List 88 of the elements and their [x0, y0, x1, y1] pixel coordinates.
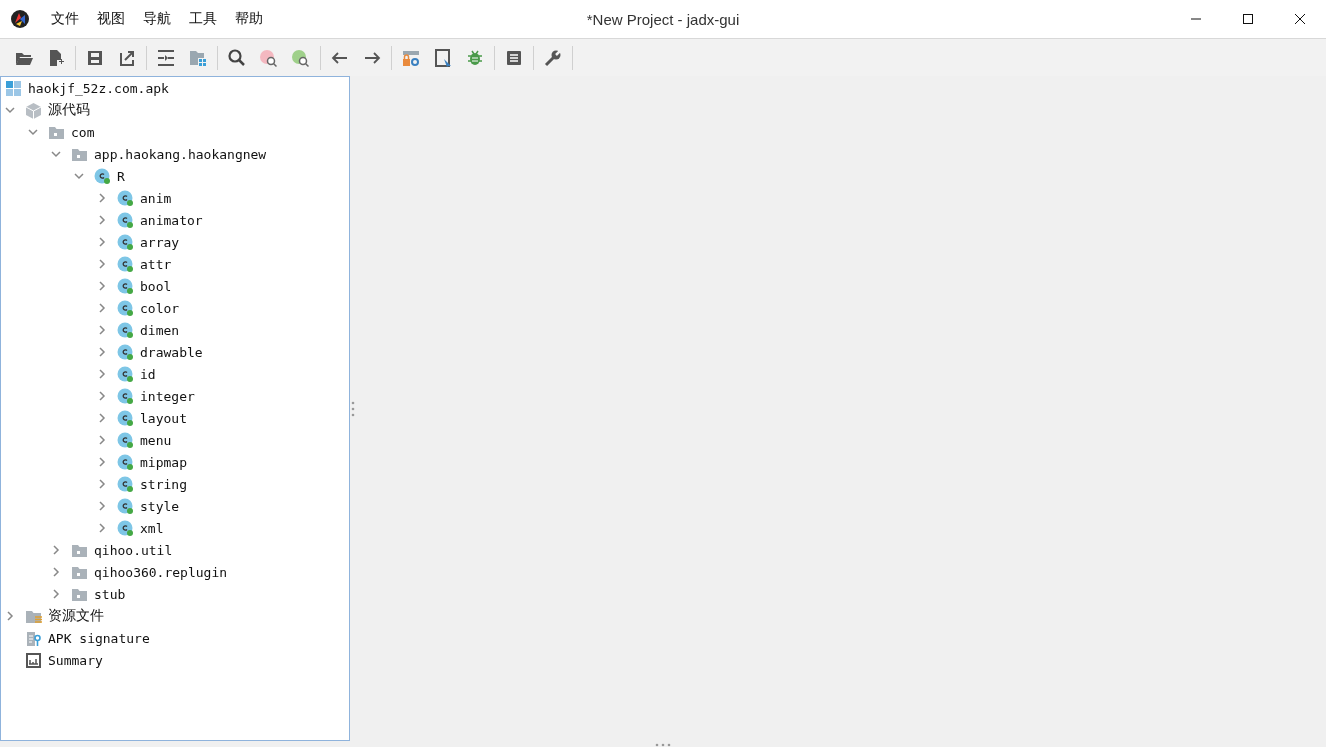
class-icon: [117, 475, 134, 493]
tree-item[interactable]: integer: [140, 388, 195, 404]
chart-frame-icon: [25, 651, 42, 669]
class-icon: [117, 431, 134, 449]
chevron-right-icon[interactable]: [97, 347, 107, 357]
class-icon: [117, 233, 134, 251]
tree-item[interactable]: 资源文件: [48, 607, 104, 625]
chevron-right-icon[interactable]: [97, 193, 107, 203]
menu-item[interactable]: 导航: [134, 10, 180, 28]
expand-lines-icon[interactable]: [156, 47, 176, 68]
tree-item[interactable]: color: [140, 300, 180, 316]
chevron-right-icon[interactable]: [97, 215, 107, 225]
chevron-right-icon[interactable]: [97, 369, 107, 379]
tree-item[interactable]: app.haokang.haokangnew: [94, 146, 267, 162]
class-icon: [117, 343, 134, 361]
class-icon: [117, 365, 134, 383]
chevron-right-icon[interactable]: [97, 325, 107, 335]
class-icon: [117, 409, 134, 427]
class-icon: [117, 277, 134, 295]
class-icon: [117, 321, 134, 339]
document-key-icon: [25, 629, 42, 647]
class-icon: [117, 519, 134, 537]
tree-item[interactable]: menu: [140, 432, 172, 448]
chevron-right-icon[interactable]: [97, 303, 107, 313]
tree-item[interactable]: qihoo360.replugin: [94, 564, 228, 580]
chevron-right-icon[interactable]: [51, 589, 61, 599]
tree-item[interactable]: dimen: [140, 322, 180, 338]
tree-item[interactable]: layout: [140, 410, 187, 426]
tree-item[interactable]: APK signature: [48, 630, 150, 646]
chevron-right-icon[interactable]: [51, 545, 61, 555]
tree-item[interactable]: stub: [94, 586, 126, 602]
menu-item[interactable]: 工具: [180, 10, 226, 28]
menu-item[interactable]: 视图: [88, 10, 134, 28]
tree-item[interactable]: 源代码: [48, 101, 90, 119]
splitter-handle[interactable]: [654, 743, 672, 747]
chevron-right-icon[interactable]: [97, 501, 107, 511]
chevron-right-icon[interactable]: [97, 413, 107, 423]
tree-item[interactable]: Summary: [48, 652, 103, 668]
chevron-right-icon[interactable]: [97, 259, 107, 269]
maximize-icon[interactable]: [1242, 13, 1254, 25]
tree-item[interactable]: R: [117, 168, 125, 184]
chevron-right-icon[interactable]: [97, 479, 107, 489]
tree-item[interactable]: xml: [140, 520, 164, 536]
tree-item[interactable]: mipmap: [140, 454, 187, 470]
search-class-icon[interactable]: [259, 47, 279, 68]
class-icon: [117, 211, 134, 229]
chevron-right-icon[interactable]: [97, 523, 107, 533]
tree-item[interactable]: drawable: [140, 344, 203, 360]
class-icon: [94, 167, 111, 185]
apk-grid-icon: [5, 79, 22, 97]
menu-item[interactable]: 文件: [42, 10, 88, 28]
search-method-icon[interactable]: [291, 47, 311, 68]
app-logo-icon: [10, 9, 30, 29]
class-icon: [117, 387, 134, 405]
class-icon: [117, 255, 134, 273]
chevron-right-icon[interactable]: [51, 567, 61, 577]
class-icon: [117, 497, 134, 515]
menu-item[interactable]: 帮助: [226, 10, 272, 28]
tree-item[interactable]: attr: [140, 256, 172, 272]
chevron-right-icon[interactable]: [97, 391, 107, 401]
chevron-right-icon[interactable]: [97, 281, 107, 291]
chevron-right-icon[interactable]: [97, 237, 107, 247]
tree-item[interactable]: bool: [140, 278, 172, 294]
chevron-right-icon[interactable]: [97, 435, 107, 445]
chevron-right-icon[interactable]: [5, 611, 15, 621]
chevron-down-icon[interactable]: [28, 127, 38, 137]
window-title: *New Project - jadx-gui: [586, 10, 740, 28]
class-icon: [117, 189, 134, 207]
tree-item[interactable]: qihoo.util: [94, 542, 173, 558]
package-cube-icon: [25, 101, 42, 119]
class-icon: [117, 453, 134, 471]
tree-item[interactable]: id: [140, 366, 156, 382]
wrench-icon[interactable]: [543, 47, 563, 68]
chevron-down-icon[interactable]: [51, 149, 61, 159]
tree-item[interactable]: style: [140, 498, 180, 514]
chevron-right-icon[interactable]: [97, 457, 107, 467]
search-icon[interactable]: [227, 47, 247, 68]
tree-item[interactable]: string: [140, 476, 187, 492]
tree-item[interactable]: haokjf_52z.com.apk: [28, 80, 169, 96]
tree-item[interactable]: animator: [140, 212, 203, 228]
class-icon: [117, 299, 134, 317]
chevron-down-icon[interactable]: [74, 171, 84, 181]
tree-item[interactable]: anim: [140, 190, 172, 206]
tree-item[interactable]: com: [71, 124, 95, 140]
chevron-down-icon[interactable]: [5, 105, 15, 115]
tree-item[interactable]: array: [140, 234, 180, 250]
close-icon[interactable]: [1294, 13, 1306, 25]
document-cursor-icon[interactable]: [433, 47, 453, 68]
